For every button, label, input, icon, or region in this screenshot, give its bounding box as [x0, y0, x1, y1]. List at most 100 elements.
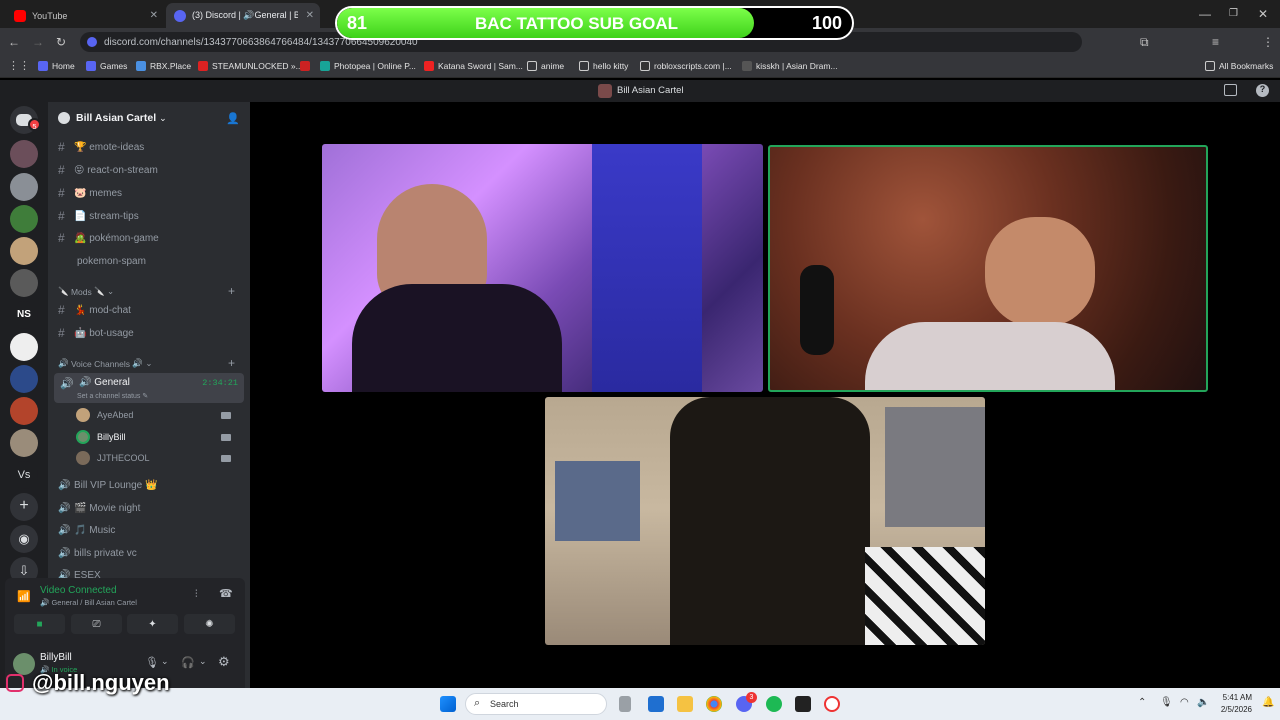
disconnect-icon[interactable]: ☎ [219, 587, 233, 600]
clock-date[interactable]: 2/5/2026 [1210, 705, 1252, 714]
chevron-down-icon[interactable]: ⌄ [199, 656, 207, 667]
voice-user-ayeabed[interactable]: AyeAbed [76, 405, 241, 425]
forward-icon[interactable]: → [32, 35, 44, 49]
channel-mod-chat[interactable]: # 💃 mod-chat [58, 300, 244, 320]
bookmark-photopea[interactable]: Photopea | Online P... [320, 61, 416, 71]
server-header[interactable]: Bill Asian Cartel ⌄ 👤 [58, 110, 244, 126]
file-explorer-icon[interactable] [677, 696, 693, 712]
close-tab-icon[interactable]: ✕ [150, 10, 158, 21]
server-icon-5[interactable] [10, 269, 38, 297]
inbox-icon[interactable] [1224, 84, 1237, 96]
server-icon-9[interactable] [10, 397, 38, 425]
bookmark-games[interactable]: Games [86, 61, 127, 71]
taskbar-search[interactable]: ⌕ Search [465, 693, 607, 715]
bookmark-steamunlocked[interactable]: STEAMUNLOCKED »... [198, 61, 303, 71]
add-channel-icon[interactable]: + [228, 284, 235, 298]
minimize-icon[interactable]: — [1199, 7, 1211, 21]
bookmark-katana[interactable]: Katana Sword | Sam... [424, 61, 523, 71]
tab-discord[interactable]: (3) Discord | 🔊General | Bi ✕ [166, 3, 320, 28]
apps-grid-icon[interactable]: ⋮⋮ [8, 59, 30, 73]
camera-button[interactable]: ■ [14, 614, 65, 634]
discover-icon[interactable]: ◉ [10, 525, 38, 553]
volume-icon[interactable]: 🔈 [1197, 697, 1209, 708]
invite-icon[interactable]: 👤 [226, 112, 240, 125]
settings-gear-icon[interactable]: ⚙ [218, 654, 230, 670]
task-view-icon[interactable] [619, 696, 631, 712]
server-icon-4[interactable] [10, 237, 38, 265]
tab-search-icon[interactable]: ≡ [1212, 35, 1219, 49]
category-voice-channels[interactable]: 🔊 Voice Channels 🔊 ⌄ [58, 358, 152, 369]
bookmark-kisskh[interactable]: kisskh | Asian Dram... [742, 61, 838, 71]
microphone-tray-icon[interactable]: 🎙 [1160, 697, 1173, 708]
channel-status[interactable]: Set a channel status ✎ [77, 392, 148, 400]
server-icon-8[interactable] [10, 365, 38, 393]
username: BillyBill [40, 652, 72, 663]
voice-channel-music[interactable]: 🔊 🎵 Music [58, 520, 244, 540]
server-bill-asian-cartel[interactable] [10, 140, 38, 168]
server-ns[interactable]: NS [10, 301, 38, 329]
chrome-icon[interactable] [706, 696, 722, 712]
channel-emote-ideas[interactable]: # 🏆 emote-ideas [58, 137, 244, 157]
voice-user-jjthecool[interactable]: JJTHECOOL [76, 448, 241, 468]
opera-icon[interactable] [824, 696, 840, 712]
bookmark-hello-kitty[interactable]: hello kitty [579, 61, 628, 71]
server-icon [598, 84, 612, 98]
speaker-icon: 🔊 [58, 479, 71, 491]
voice-channel-general[interactable]: 🔊 🔊 General 2:34:21 Set a channel status… [54, 373, 244, 403]
bookmark-home[interactable]: Home [38, 61, 75, 71]
maximize-icon[interactable]: ❐ [1229, 7, 1238, 21]
video-tile-ayeabed[interactable] [322, 144, 763, 392]
video-tile-jjthecool[interactable] [545, 397, 985, 645]
chevron-up-icon[interactable]: ⌃ [1138, 697, 1146, 708]
bookmark-robloxscripts[interactable]: robloxscripts.com |... [640, 61, 732, 71]
bookmark-misc[interactable] [300, 61, 314, 71]
voice-channel-movie-night[interactable]: 🔊 🎬 Movie night [58, 498, 244, 518]
back-icon[interactable]: ← [8, 35, 20, 49]
microphone-icon[interactable]: 🎙 [145, 656, 159, 669]
add-server-icon[interactable]: + [10, 493, 38, 521]
app-icon[interactable] [795, 696, 811, 712]
bookmark-rbxplace[interactable]: RBX.Place [136, 61, 191, 71]
bookmark-anime[interactable]: anime [527, 61, 564, 71]
server-icon-2[interactable] [10, 173, 38, 201]
clock-time[interactable]: 5:41 AM [1215, 693, 1252, 702]
close-tab-icon[interactable]: ✕ [306, 10, 314, 21]
channel-memes[interactable]: # 🐷 memes [58, 183, 244, 203]
noise-suppression-icon[interactable]: ⫶ [195, 589, 198, 600]
voice-channel-vip-lounge[interactable]: 🔊 Bill VIP Lounge 👑 [58, 475, 244, 495]
connection-signal-icon[interactable]: 📶 [17, 590, 31, 603]
video-icon [221, 454, 231, 462]
reload-icon[interactable]: ↻ [56, 35, 66, 49]
channel-pokemon-game[interactable]: # 🧟 pokémon-game [58, 228, 244, 248]
start-icon[interactable] [440, 696, 456, 712]
menu-icon[interactable]: ⋮ [1262, 35, 1274, 49]
voice-user-billybill[interactable]: BillyBill [76, 427, 241, 447]
help-icon[interactable]: ? [1256, 84, 1269, 97]
video-tile-billybill[interactable] [768, 145, 1208, 392]
server-icon-3[interactable] [10, 205, 38, 233]
chevron-down-icon[interactable]: ⌄ [161, 656, 169, 667]
channel-stream-tips[interactable]: # 📄 stream-tips [58, 206, 244, 226]
wifi-icon[interactable]: ◠ [1180, 697, 1189, 708]
category-mods[interactable]: 🔪 Mods 🔪 ⌄ [58, 286, 114, 297]
voice-channel-bills-private[interactable]: 🔊 bills private vc [58, 543, 244, 563]
app-icon[interactable] [648, 696, 664, 712]
headphones-icon[interactable]: 🎧 [181, 656, 195, 669]
server-icon-10[interactable] [10, 429, 38, 457]
spotify-icon[interactable] [766, 696, 782, 712]
tab-youtube[interactable]: YouTube ✕ [6, 3, 164, 28]
soundboard-button[interactable]: ✺ [184, 614, 235, 634]
all-bookmarks[interactable]: All Bookmarks [1205, 61, 1273, 71]
channel-react-on-stream[interactable]: # 😝 react-on-stream [58, 160, 244, 180]
extensions-icon[interactable]: ⧉ [1140, 35, 1149, 49]
channel-bot-usage[interactable]: # 🤖 bot-usage [58, 323, 244, 343]
screen-share-button[interactable]: ⎚ [71, 614, 122, 634]
hash-icon: # [58, 140, 65, 154]
activities-button[interactable]: ✦ [127, 614, 178, 634]
server-icon-7[interactable] [10, 333, 38, 361]
add-voice-channel-icon[interactable]: + [228, 356, 235, 370]
server-vs[interactable]: Vs [10, 461, 38, 489]
notifications-bell-icon[interactable]: 🔔 [1262, 697, 1274, 708]
window-close-icon[interactable]: ✕ [1258, 7, 1268, 21]
channel-pokemon-spam[interactable]: pokemon-spam [58, 251, 244, 271]
